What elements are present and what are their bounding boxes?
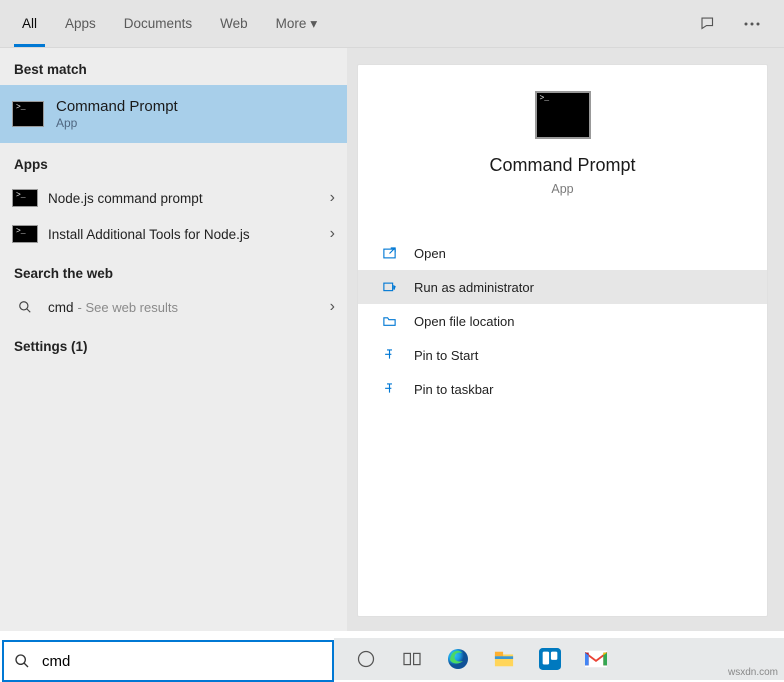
action-pin-start[interactable]: Pin to Start (358, 338, 767, 372)
taskbar-cortana[interactable] (346, 639, 386, 679)
tab-all[interactable]: All (8, 0, 51, 47)
section-search-web: Search the web (0, 252, 347, 289)
feedback-icon[interactable] (692, 8, 724, 40)
search-results-main: Best match Command Prompt App Apps Node.… (0, 48, 784, 631)
detail-card: Command Prompt App Open Run as administr… (357, 64, 768, 617)
chevron-right-icon: › (330, 225, 335, 243)
tab-label: All (22, 16, 37, 31)
cmd-prompt-icon (12, 189, 38, 207)
action-pin-taskbar[interactable]: Pin to taskbar (358, 372, 767, 406)
search-icon (12, 300, 38, 314)
detail-title: Command Prompt (368, 155, 757, 176)
tab-apps[interactable]: Apps (51, 0, 110, 47)
best-match-type: App (56, 116, 178, 130)
section-settings[interactable]: Settings (1) (0, 325, 347, 362)
cmd-prompt-icon (12, 225, 38, 243)
tab-label: Web (220, 16, 248, 31)
taskbar (334, 638, 784, 680)
search-box[interactable] (2, 640, 334, 682)
watermark: wsxdn.com (728, 667, 778, 678)
web-search-result[interactable]: cmd - See web results › (0, 289, 347, 325)
result-title: Install Additional Tools for Node.js (48, 227, 250, 242)
folder-icon (378, 314, 400, 329)
tab-label: More (276, 16, 307, 31)
search-filter-tabs: All Apps Documents Web More▾ (0, 0, 784, 48)
search-icon (4, 653, 40, 669)
section-apps: Apps (0, 143, 347, 180)
taskbar-gmail[interactable] (576, 639, 616, 679)
action-label: Run as administrator (414, 280, 534, 295)
tab-label: Apps (65, 16, 96, 31)
results-list: Best match Command Prompt App Apps Node.… (0, 48, 347, 631)
chevron-right-icon: › (330, 189, 335, 207)
app-result-nodejs-cmd[interactable]: Node.js command prompt › (0, 180, 347, 216)
admin-shield-icon (378, 280, 400, 295)
pin-icon (378, 348, 400, 363)
actions-list: Open Run as administrator Open file loca… (358, 236, 767, 406)
tab-documents[interactable]: Documents (110, 0, 206, 47)
tab-more[interactable]: More▾ (262, 0, 332, 47)
action-label: Open file location (414, 314, 514, 329)
tab-web[interactable]: Web (206, 0, 262, 47)
tab-label: Documents (124, 16, 192, 31)
detail-type: App (368, 182, 757, 196)
chevron-right-icon: › (330, 298, 335, 316)
section-best-match: Best match (0, 48, 347, 85)
cmd-prompt-icon (535, 91, 591, 139)
cmd-prompt-icon (12, 101, 44, 127)
web-query: cmd (48, 300, 74, 315)
pin-icon (378, 382, 400, 397)
action-open-location[interactable]: Open file location (358, 304, 767, 338)
web-hint: - See web results (78, 300, 178, 315)
action-run-admin[interactable]: Run as administrator (358, 270, 767, 304)
taskbar-task-view[interactable] (392, 639, 432, 679)
search-input[interactable] (40, 652, 332, 671)
chevron-down-icon: ▾ (310, 16, 317, 32)
open-icon (378, 246, 400, 261)
detail-panel: Command Prompt App Open Run as administr… (347, 48, 784, 631)
action-label: Pin to taskbar (414, 382, 494, 397)
action-label: Open (414, 246, 446, 261)
result-title: Node.js command prompt (48, 191, 203, 206)
taskbar-explorer[interactable] (484, 639, 524, 679)
best-match-title: Command Prompt (56, 98, 178, 117)
best-match-result[interactable]: Command Prompt App (0, 85, 347, 143)
action-open[interactable]: Open (358, 236, 767, 270)
more-options-icon[interactable] (736, 8, 768, 40)
action-label: Pin to Start (414, 348, 478, 363)
bottom-row (0, 638, 784, 680)
app-result-nodejs-tools[interactable]: Install Additional Tools for Node.js › (0, 216, 347, 252)
taskbar-edge[interactable] (438, 639, 478, 679)
taskbar-trello[interactable] (530, 639, 570, 679)
